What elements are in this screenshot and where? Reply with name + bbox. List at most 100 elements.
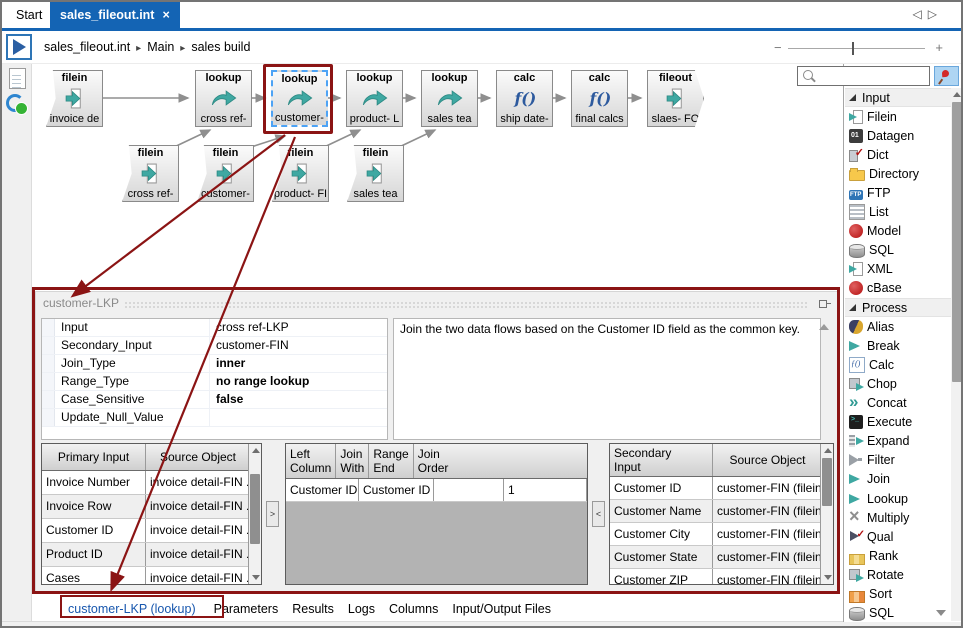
property-row[interactable]: Input cross ref-LKP: [42, 319, 387, 337]
toolbox-pin-button[interactable]: [934, 66, 959, 86]
bottom-tab[interactable]: Logs: [348, 602, 375, 616]
cell-source[interactable]: customer-FIN (filein): [713, 500, 822, 522]
toolbox-item[interactable]: Filter: [845, 451, 951, 470]
flow-node[interactable]: lookup f() sales tea: [421, 70, 478, 127]
table-row[interactable]: Customer State customer-FIN (filein): [610, 546, 833, 569]
column-header[interactable]: Secondary Input: [610, 444, 713, 476]
flow-node[interactable]: lookup f() customer-: [271, 70, 328, 127]
scroll-down-icon[interactable]: [252, 575, 260, 580]
bottom-tab[interactable]: Results: [292, 602, 334, 616]
toolbox-item[interactable]: FTP: [845, 183, 951, 202]
panel-scroll-up-icon[interactable]: [819, 324, 829, 330]
table-row[interactable]: Customer ID invoice detail-FIN ...: [42, 519, 261, 543]
toolbox-item[interactable]: Process: [845, 298, 951, 317]
property-value[interactable]: cross ref-LKP: [210, 319, 387, 336]
tab-sales-fileout[interactable]: sales_fileout.int ×: [50, 2, 180, 28]
flow-node[interactable]: filein f() cross ref-: [122, 145, 179, 202]
scroll-down-icon[interactable]: [824, 575, 832, 580]
toolbox-item[interactable]: Input: [845, 88, 951, 107]
property-row[interactable]: Case_Sensitive false: [42, 391, 387, 409]
scroll-up-icon[interactable]: [252, 448, 260, 453]
zoom-slider[interactable]: − +: [776, 39, 941, 57]
toolbox-item[interactable]: Chop: [845, 374, 951, 393]
toolbox-scrollbar[interactable]: [951, 88, 963, 621]
flow-node[interactable]: filein f() customer-: [197, 145, 254, 202]
zoom-slider-handle[interactable]: [852, 42, 854, 55]
join-row[interactable]: Customer ID Customer ID 1: [286, 479, 587, 502]
toolbox-item[interactable]: Calc: [845, 355, 951, 374]
cell-left-column[interactable]: Customer ID: [286, 479, 359, 501]
breadcrumb-item[interactable]: Main: [136, 40, 174, 54]
table-row[interactable]: Customer Name customer-FIN (filein): [610, 500, 833, 523]
flow-node[interactable]: lookup f() cross ref-: [195, 70, 252, 127]
breadcrumb-item[interactable]: sales build: [180, 40, 250, 54]
bottom-tab[interactable]: customer-LKP (lookup): [64, 602, 200, 616]
table-row[interactable]: Customer ZIP customer-FIN (filein): [610, 569, 833, 585]
toolbox-item[interactable]: Alias: [845, 317, 951, 336]
cell-range-end[interactable]: [434, 479, 504, 501]
cell-source[interactable]: invoice detail-FIN ...: [146, 543, 250, 566]
property-row[interactable]: Join_Type inner: [42, 355, 387, 373]
toolbox-item[interactable]: Expand: [845, 432, 951, 451]
column-header[interactable]: Join With: [336, 444, 369, 478]
cell-source[interactable]: invoice detail-FIN ...: [146, 519, 250, 542]
cell-source[interactable]: customer-FIN (filein): [713, 546, 822, 568]
tab-scroll-arrows[interactable]: ◁▷: [913, 7, 943, 21]
cell-source[interactable]: invoice detail-FIN ...: [146, 471, 250, 494]
zoom-slider-track[interactable]: [788, 48, 925, 49]
bottom-tab[interactable]: Parameters: [214, 602, 279, 616]
table-row[interactable]: Product ID invoice detail-FIN ...: [42, 543, 261, 567]
cell-field[interactable]: Customer ZIP: [610, 569, 713, 585]
toolbox-item[interactable]: Lookup: [845, 489, 951, 508]
column-header[interactable]: Join Order: [414, 444, 453, 478]
toolbox-item[interactable]: Rank: [845, 546, 951, 565]
secondary-table-scrollbar[interactable]: [820, 444, 833, 584]
toolbox-item[interactable]: Dict: [845, 145, 951, 164]
tab-close-icon[interactable]: ×: [162, 8, 169, 22]
toolbox-item[interactable]: Execute: [845, 413, 951, 432]
cell-field[interactable]: Customer ID: [42, 519, 146, 542]
scroll-up-icon[interactable]: [953, 92, 961, 97]
property-value[interactable]: no range lookup: [210, 373, 387, 390]
toolbox-item[interactable]: Directory: [845, 164, 951, 183]
collapse-triangle-icon[interactable]: [849, 304, 856, 311]
table-row[interactable]: Customer City customer-FIN (filein): [610, 523, 833, 546]
toolbox-item[interactable]: cBase: [845, 279, 951, 298]
tab-start[interactable]: Start: [16, 8, 42, 22]
column-header[interactable]: Left Column: [286, 444, 336, 478]
toolbox-item[interactable]: Model: [845, 222, 951, 241]
property-row[interactable]: Update_Null_Value: [42, 409, 387, 427]
toolbox-item[interactable]: Rotate: [845, 565, 951, 584]
cell-join-order[interactable]: 1: [504, 479, 587, 501]
toolbox-item[interactable]: Qual: [845, 527, 951, 546]
move-left-button[interactable]: <: [592, 501, 605, 527]
cell-source[interactable]: invoice detail-FIN ...: [146, 567, 250, 585]
description-box[interactable]: Join the two data flows based on the Cus…: [393, 318, 821, 440]
toolbox-item[interactable]: XML: [845, 260, 951, 279]
bottom-tab[interactable]: Columns: [389, 602, 438, 616]
column-header[interactable]: Source Object: [713, 444, 822, 476]
flow-node[interactable]: lookup f() product- L: [346, 70, 403, 127]
property-value[interactable]: [210, 409, 387, 426]
property-value[interactable]: inner: [210, 355, 387, 372]
flow-node[interactable]: filein f() product- FI: [272, 145, 329, 202]
property-row[interactable]: Secondary_Input customer-FIN: [42, 337, 387, 355]
cell-field[interactable]: Customer State: [610, 546, 713, 568]
toolbox-item[interactable]: Break: [845, 336, 951, 355]
cell-field[interactable]: Customer ID: [610, 477, 713, 499]
cell-source[interactable]: customer-FIN (filein): [713, 569, 822, 585]
flow-node[interactable]: filein f() sales tea: [347, 145, 404, 202]
primary-table-scrollbar[interactable]: [248, 444, 261, 584]
flow-node[interactable]: calc f() ship date-: [496, 70, 553, 127]
cell-source[interactable]: customer-FIN (filein): [713, 523, 822, 545]
toolbox-item[interactable]: Datagen: [845, 126, 951, 145]
toolbox-item[interactable]: Join: [845, 470, 951, 489]
toolbox-item[interactable]: List: [845, 203, 951, 222]
cell-field[interactable]: Cases: [42, 567, 146, 585]
scroll-thumb[interactable]: [952, 102, 962, 382]
move-right-button[interactable]: >: [266, 501, 279, 527]
zoom-in-icon[interactable]: +: [935, 40, 943, 55]
flow-node[interactable]: calc f() final calcs: [571, 70, 628, 127]
flow-node[interactable]: fileout f() slaes- FO: [647, 70, 704, 127]
table-row[interactable]: Invoice Row invoice detail-FIN ...: [42, 495, 261, 519]
